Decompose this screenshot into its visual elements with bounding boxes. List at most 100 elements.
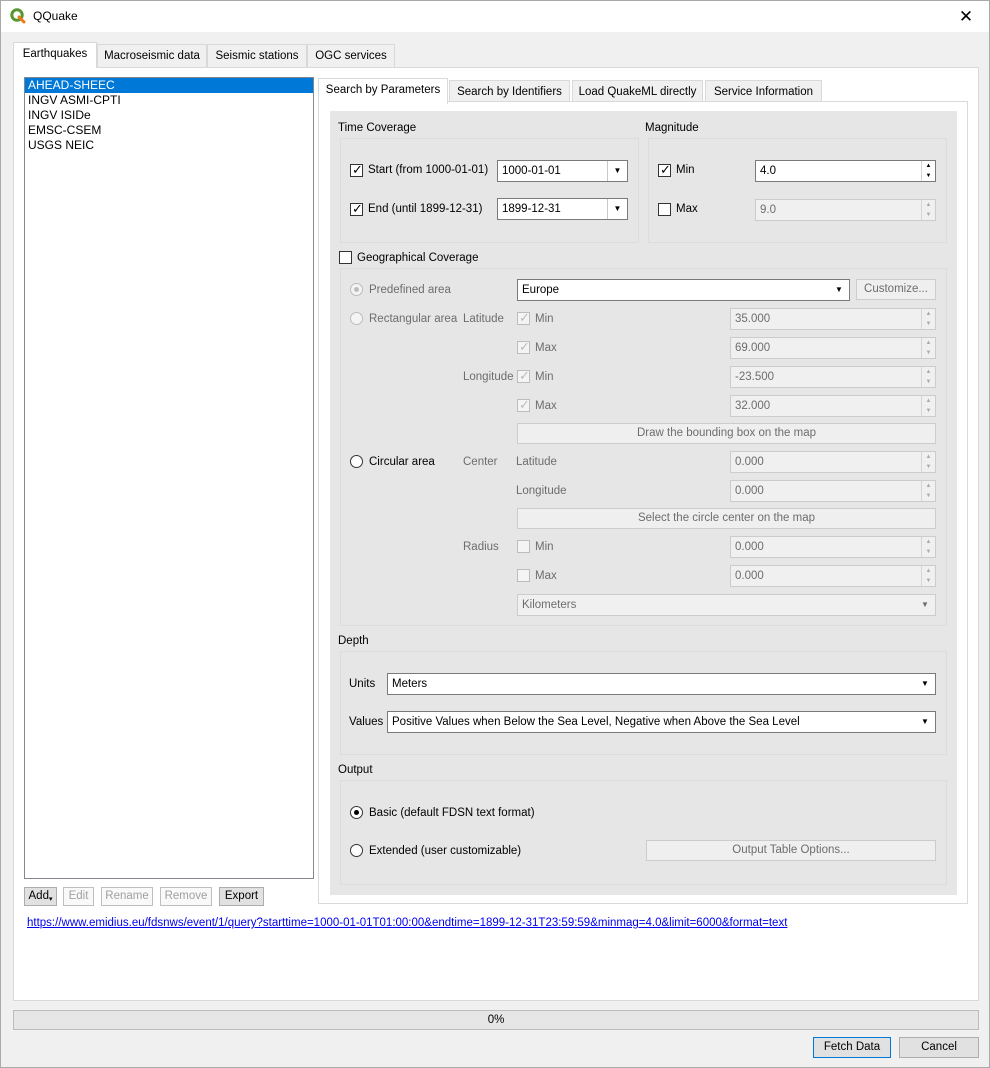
tab-earthquakes[interactable]: Earthquakes (13, 42, 97, 68)
spin-up-icon[interactable]: ▲ (922, 396, 935, 406)
spin-buttons[interactable]: ▲ ▼ (921, 367, 935, 387)
list-item[interactable]: INGV ISIDe (25, 108, 313, 123)
chevron-down-icon[interactable]: ▼ (607, 199, 627, 219)
edit-button[interactable]: Edit (63, 887, 94, 906)
draw-bbox-button[interactable]: Draw the bounding box on the map (517, 423, 936, 444)
geo-coverage-checkbox[interactable] (339, 251, 352, 264)
lon-max-label: Max (535, 400, 557, 412)
radius-max-checkbox[interactable] (517, 569, 530, 582)
spin-down-icon[interactable]: ▼ (922, 462, 935, 472)
mag-min-spinbox[interactable]: 4.0 ▲ ▼ (755, 160, 936, 182)
spin-buttons[interactable]: ▲ ▼ (921, 161, 935, 181)
basic-output-radio[interactable] (350, 806, 363, 819)
spin-up-icon[interactable]: ▲ (922, 367, 935, 377)
spin-down-icon[interactable]: ▼ (922, 491, 935, 501)
center-lon-spinbox[interactable]: 0.000 ▲ ▼ (730, 480, 936, 502)
lon-max-checkbox[interactable]: ✓ (517, 397, 530, 412)
list-item[interactable]: AHEAD-SHEEC (25, 78, 313, 93)
lat-min-checkbox[interactable]: ✓ (517, 310, 530, 325)
lat-max-spinbox[interactable]: 69.000 ▲ ▼ (730, 337, 936, 359)
end-date-edit[interactable]: 1899-12-31 ▼ (497, 198, 628, 220)
spin-buttons[interactable]: ▲ ▼ (921, 338, 935, 358)
check-icon: ✓ (519, 368, 530, 383)
lon-min-value: -23.500 (735, 371, 775, 383)
start-checkbox[interactable]: ✓ (350, 162, 363, 177)
chevron-down-icon[interactable]: ▼ (915, 674, 935, 694)
fetch-data-button[interactable]: Fetch Data (813, 1037, 891, 1058)
radius-units-select[interactable]: Kilometers ▼ (517, 594, 936, 616)
center-lat-spinbox[interactable]: 0.000 ▲ ▼ (730, 451, 936, 473)
lat-min-spinbox[interactable]: 35.000 ▲ ▼ (730, 308, 936, 330)
query-url-link[interactable]: https://www.emidius.eu/fdsnws/event/1/qu… (27, 917, 787, 929)
spin-up-icon[interactable]: ▲ (922, 566, 935, 576)
spin-buttons[interactable]: ▲ ▼ (921, 200, 935, 220)
export-button[interactable]: Export (219, 887, 264, 906)
spin-buttons[interactable]: ▲ ▼ (921, 566, 935, 586)
spin-up-icon[interactable]: ▲ (922, 338, 935, 348)
depth-units-select[interactable]: Meters ▼ (387, 673, 936, 695)
chevron-down-icon[interactable]: ▼ (915, 712, 935, 732)
list-item[interactable]: INGV ASMI-CPTI (25, 93, 313, 108)
tab-macroseismic-data[interactable]: Macroseismic data (97, 44, 207, 68)
service-list[interactable]: AHEAD-SHEEC INGV ASMI-CPTI INGV ISIDe EM… (24, 77, 314, 879)
radius-max-spinbox[interactable]: 0.000 ▲ ▼ (730, 565, 936, 587)
list-item[interactable]: USGS NEIC (25, 138, 313, 153)
spin-down-icon[interactable]: ▼ (922, 377, 935, 387)
spin-buttons[interactable]: ▲ ▼ (921, 537, 935, 557)
spin-up-icon[interactable]: ▲ (922, 200, 935, 210)
radius-min-checkbox[interactable] (517, 540, 530, 553)
lat-max-value: 69.000 (735, 342, 771, 354)
spin-up-icon[interactable]: ▲ (922, 161, 935, 171)
end-checkbox[interactable]: ✓ (350, 201, 363, 216)
mag-min-checkbox[interactable]: ✓ (658, 162, 671, 177)
spin-up-icon[interactable]: ▲ (922, 537, 935, 547)
tab-seismic-stations[interactable]: Seismic stations (207, 44, 307, 68)
customize-button[interactable]: Customize... (856, 279, 936, 300)
mag-min-label: Min (676, 164, 695, 176)
tab-ogc-services[interactable]: OGC services (307, 44, 395, 68)
chevron-down-icon[interactable]: ▼ (829, 280, 849, 300)
spin-down-icon[interactable]: ▼ (922, 348, 935, 358)
list-item[interactable]: EMSC-CSEM (25, 123, 313, 138)
mag-max-checkbox[interactable] (658, 203, 671, 216)
spin-down-icon[interactable]: ▼ (922, 319, 935, 329)
spin-down-icon[interactable]: ▼ (922, 171, 935, 181)
remove-button[interactable]: Remove (160, 887, 212, 906)
predefined-area-select[interactable]: Europe ▼ (517, 279, 850, 301)
circular-area-radio[interactable] (350, 455, 363, 468)
center-latitude-label: Latitude (516, 456, 557, 468)
spin-up-icon[interactable]: ▲ (922, 452, 935, 462)
chevron-down-icon[interactable]: ▼ (607, 161, 627, 181)
lon-min-spinbox[interactable]: -23.500 ▲ ▼ (730, 366, 936, 388)
magnitude-group (648, 138, 947, 243)
rectangular-area-radio[interactable] (350, 312, 363, 325)
spin-buttons[interactable]: ▲ ▼ (921, 396, 935, 416)
spin-buttons[interactable]: ▲ ▼ (921, 481, 935, 501)
spin-down-icon[interactable]: ▼ (922, 210, 935, 220)
lat-min-value: 35.000 (735, 313, 771, 325)
tab-search-by-parameters[interactable]: Search by Parameters (318, 78, 448, 104)
predefined-area-radio[interactable] (350, 283, 363, 296)
mag-max-spinbox[interactable]: 9.0 ▲ ▼ (755, 199, 936, 221)
lon-max-spinbox[interactable]: 32.000 ▲ ▼ (730, 395, 936, 417)
chevron-down-icon[interactable]: ▼ (915, 595, 935, 615)
spin-down-icon[interactable]: ▼ (922, 547, 935, 557)
depth-values-select[interactable]: Positive Values when Below the Sea Level… (387, 711, 936, 733)
select-center-button[interactable]: Select the circle center on the map (517, 508, 936, 529)
spin-buttons[interactable]: ▲ ▼ (921, 452, 935, 472)
output-table-options-button[interactable]: Output Table Options... (646, 840, 936, 861)
lon-min-checkbox[interactable]: ✓ (517, 368, 530, 383)
spin-up-icon[interactable]: ▲ (922, 309, 935, 319)
spin-up-icon[interactable]: ▲ (922, 481, 935, 491)
rename-button[interactable]: Rename (101, 887, 153, 906)
spin-buttons[interactable]: ▲ ▼ (921, 309, 935, 329)
lat-max-checkbox[interactable]: ✓ (517, 339, 530, 354)
start-date-edit[interactable]: 1000-01-01 ▼ (497, 160, 628, 182)
add-button[interactable]: Add▾ (24, 887, 57, 906)
close-icon[interactable]: ✕ (943, 1, 989, 32)
cancel-button[interactable]: Cancel (899, 1037, 979, 1058)
spin-down-icon[interactable]: ▼ (922, 406, 935, 416)
extended-output-radio[interactable] (350, 844, 363, 857)
spin-down-icon[interactable]: ▼ (922, 576, 935, 586)
radius-min-spinbox[interactable]: 0.000 ▲ ▼ (730, 536, 936, 558)
